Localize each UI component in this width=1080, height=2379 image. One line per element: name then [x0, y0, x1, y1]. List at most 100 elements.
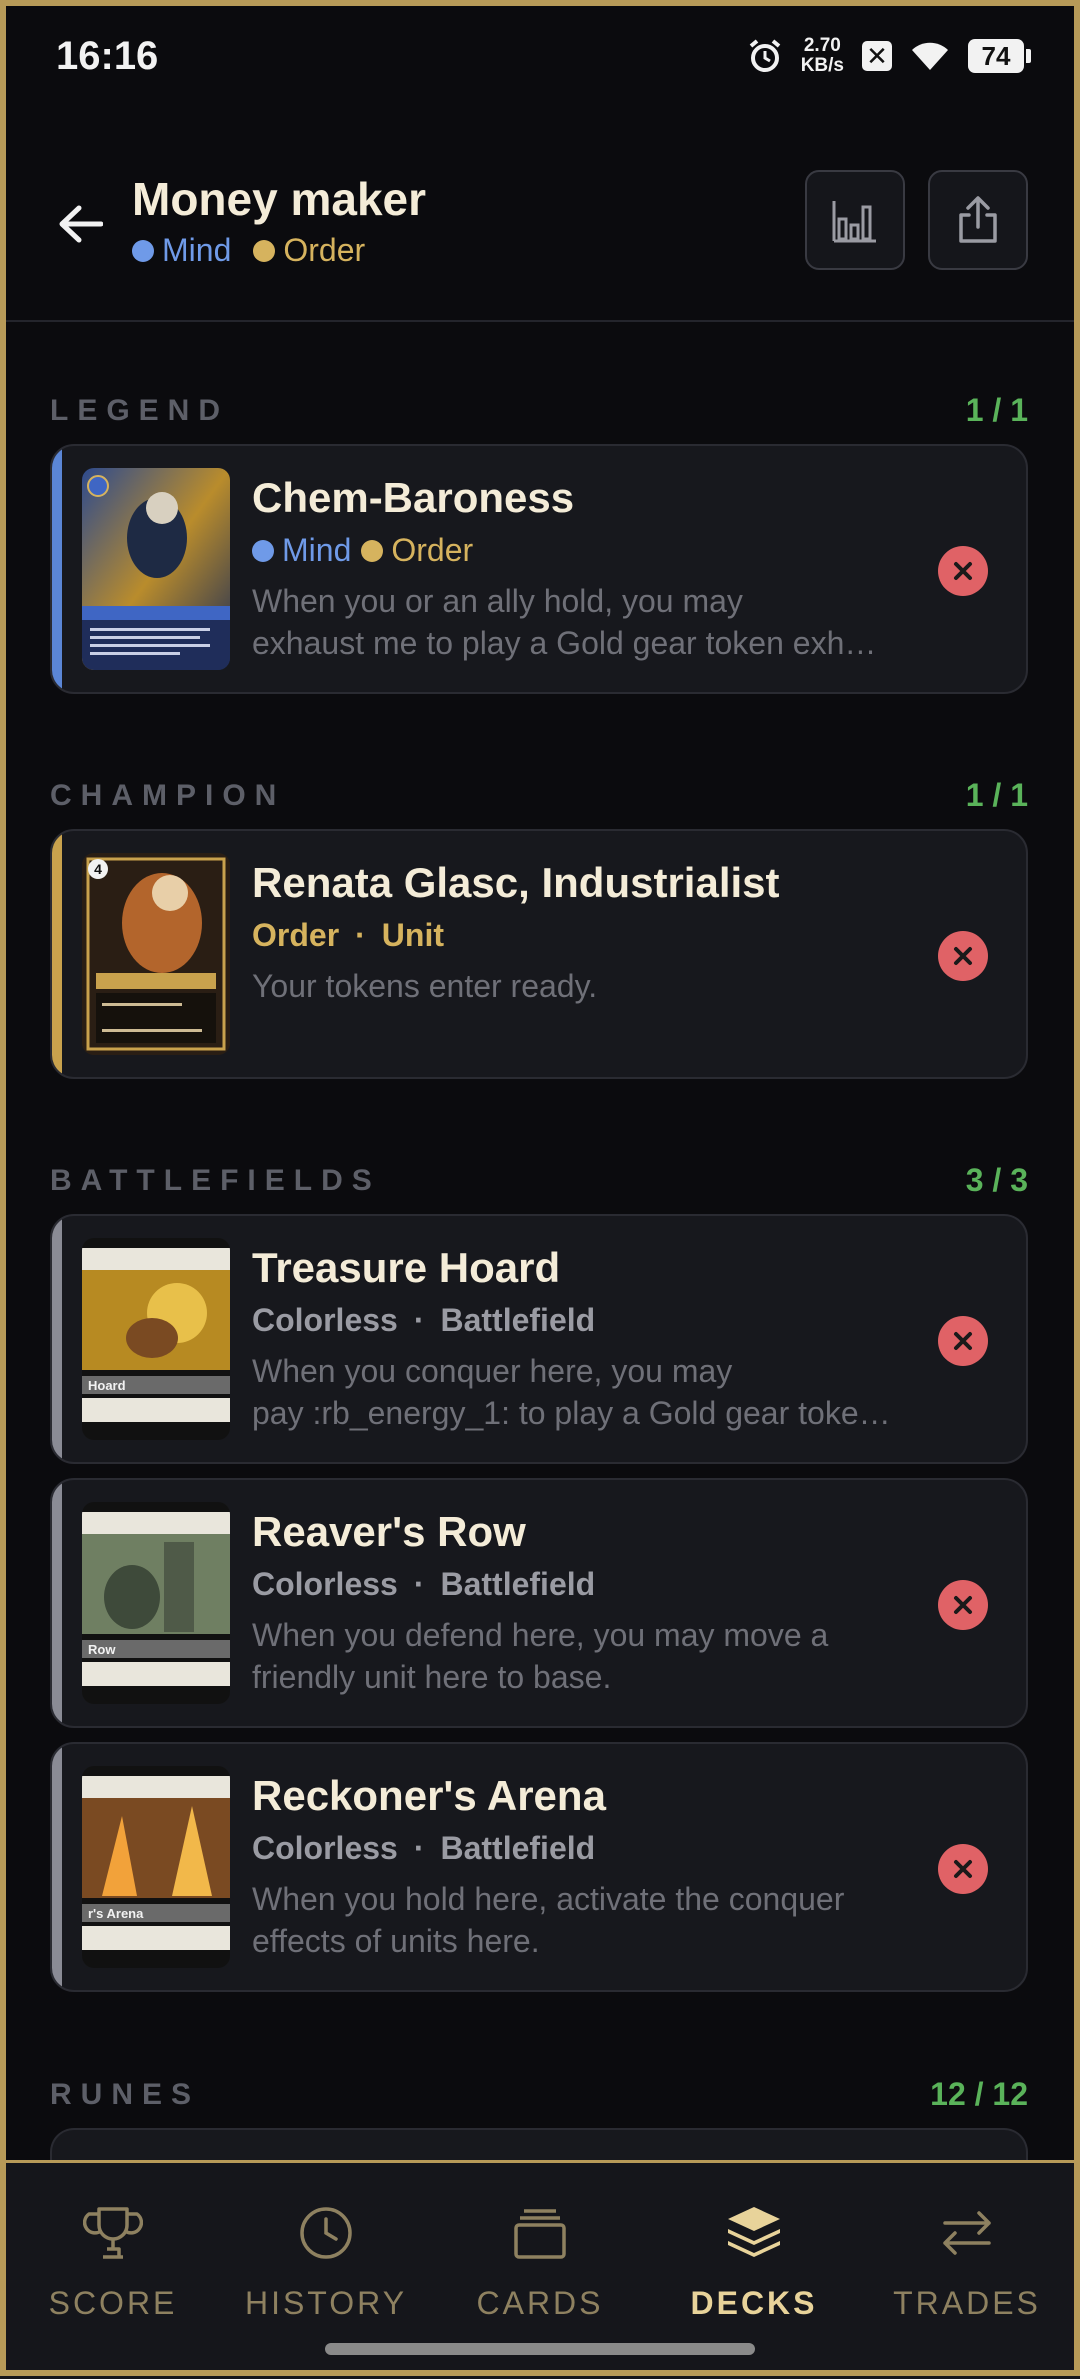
card-type: Battlefield: [440, 1830, 596, 1866]
section-battlefields: BATTLEFIELDS 3 / 3: [50, 1162, 1028, 1199]
card-row-battlefield[interactable]: r's Arena Reckoner's Arena Colorless · Bat…: [50, 1742, 1028, 1992]
nav-trades[interactable]: TRADES: [867, 2203, 1067, 2322]
remove-card-button[interactable]: [938, 931, 988, 981]
rules-line: Your tokens enter ready.: [252, 968, 598, 1004]
network-speed-unit: KB/s: [800, 55, 844, 76]
remove-card-button[interactable]: [938, 1844, 988, 1894]
alarm-icon: [747, 38, 783, 74]
accent-bar: [52, 1216, 62, 1462]
trophy-icon: [83, 2207, 143, 2259]
card-row-battlefield[interactable]: Hoard Treasure Hoard Colorless · Battlefie…: [50, 1214, 1028, 1464]
card-name: Chem-Baroness: [252, 474, 575, 521]
data-saver-icon: ✕: [862, 41, 892, 71]
nav-cards[interactable]: CARDS: [440, 2203, 640, 2322]
domain-label: Order: [391, 532, 474, 568]
remove-card-button[interactable]: [938, 546, 988, 596]
share-button[interactable]: [928, 170, 1028, 270]
home-indicator[interactable]: [325, 2343, 755, 2355]
domain-label: Mind: [162, 232, 232, 268]
rules-line: pay :rb_energy_1: to play a Gold gear to…: [252, 1395, 892, 1431]
separator: ·: [413, 1830, 425, 1866]
domain-dot: [253, 239, 276, 262]
wifi-icon: [910, 40, 950, 72]
svg-text:r's Arena: r's Arena: [88, 1906, 144, 1921]
close-icon: [954, 1332, 972, 1350]
card-type-line: Order · Unit: [252, 917, 444, 954]
card-thumbnail: [82, 468, 230, 670]
card-row-battlefield[interactable]: Row Reaver's Row Colorless · Battlefield W…: [50, 1478, 1028, 1728]
arrow-left-icon: [59, 205, 103, 243]
section-title: BATTLEFIELDS: [50, 1163, 381, 1197]
deck-title: Money maker: [132, 173, 427, 225]
rules-line: exhaust me to play a Gold gear token exh…: [252, 625, 892, 661]
card-name: Renata Glasc, Industrialist: [252, 859, 780, 906]
card-type: Battlefield: [440, 1566, 596, 1602]
close-icon: [954, 562, 972, 580]
deck-header: Money maker Mind Order: [0, 150, 1080, 322]
domain-label: Order: [283, 232, 366, 268]
card-type-line: Colorless · Battlefield: [252, 1302, 595, 1339]
battery-icon: 74: [968, 39, 1031, 73]
accent-bar: [52, 446, 62, 692]
card-thumbnail: 4: [82, 853, 230, 1055]
deck-domains: Mind Order: [132, 232, 365, 269]
bar-chart-icon: [832, 201, 876, 243]
domain-label: Mind: [282, 532, 352, 568]
svg-text:Row: Row: [88, 1642, 116, 1657]
nav-label: SCORE: [48, 2285, 178, 2321]
section-count: 3 / 3: [965, 1162, 1028, 1198]
separator: ·: [355, 917, 366, 953]
nav-label: DECKS: [690, 2285, 818, 2321]
card-row-legend[interactable]: Chem-Baroness Mind Order When you or an …: [50, 444, 1028, 694]
svg-text:Hoard: Hoard: [88, 1378, 126, 1393]
card-rules-text: When you defend here, you may move a fri…: [252, 1614, 892, 1698]
card-type-line: Colorless · Battlefield: [252, 1566, 595, 1603]
separator: ·: [413, 1566, 425, 1602]
nav-score[interactable]: SCORE: [13, 2203, 213, 2322]
section-title: CHAMPION: [50, 778, 286, 812]
nav-label: TRADES: [893, 2285, 1041, 2321]
card-domain: Colorless: [252, 1302, 398, 1338]
network-speed: 2.70 KB/s: [801, 36, 844, 76]
rules-line: effects of units here.: [252, 1923, 540, 1959]
stats-button[interactable]: [805, 170, 905, 270]
close-icon: [954, 947, 972, 965]
clock-icon: [300, 2207, 352, 2259]
nav-decks[interactable]: DECKS: [654, 2203, 854, 2322]
rules-line: When you hold here, activate the conquer: [252, 1881, 845, 1917]
section-title: LEGEND: [50, 393, 230, 427]
swap-arrows-icon: [943, 2211, 991, 2255]
rules-line: friendly unit here to base.: [252, 1659, 612, 1695]
card-thumbnail: r's Arena: [82, 1766, 230, 1968]
back-button[interactable]: [50, 194, 110, 254]
domain-mind: Mind: [132, 232, 231, 269]
card-rules-text: When you conquer here, you may pay :rb_e…: [252, 1350, 892, 1434]
status-bar: 16:16 2.70 KB/s ✕ 74: [0, 0, 1080, 120]
layers-icon: [728, 2207, 780, 2257]
remove-card-button[interactable]: [938, 1580, 988, 1630]
domain-order: Order: [253, 232, 365, 269]
card-rules-text: Your tokens enter ready.: [252, 965, 892, 1007]
nav-label: CARDS: [476, 2285, 604, 2321]
card-type-line: Colorless · Battlefield: [252, 1830, 595, 1867]
rules-line: When you defend here, you may move a: [252, 1617, 829, 1653]
card-domain: Order: [252, 917, 340, 953]
battery-level: 74: [981, 40, 1011, 71]
card-rules-text: When you or an ally hold, you may exhaus…: [252, 580, 892, 664]
nav-label: HISTORY: [244, 2285, 408, 2321]
section-runes: RUNES 12 / 12: [50, 2076, 1028, 2113]
card-row-champion[interactable]: 4 Renata Glasc, Industrialist Order · Unit…: [50, 829, 1028, 1079]
separator: ·: [413, 1302, 425, 1338]
card-name: Reckoner's Arena: [252, 1772, 606, 1819]
nav-history[interactable]: HISTORY: [226, 2203, 426, 2322]
close-icon: [954, 1860, 972, 1878]
remove-card-button[interactable]: [938, 1316, 988, 1366]
rules-line: When you conquer here, you may: [252, 1353, 733, 1389]
status-time: 16:16: [56, 34, 159, 78]
domain-dot: [132, 239, 154, 262]
status-icons: 2.70 KB/s ✕ 74: [747, 36, 1031, 76]
card-type: Unit: [381, 917, 444, 953]
card-thumbnail: Row: [82, 1502, 230, 1704]
section-count: 12 / 12: [930, 2076, 1028, 2112]
card-name: Reaver's Row: [252, 1508, 526, 1555]
